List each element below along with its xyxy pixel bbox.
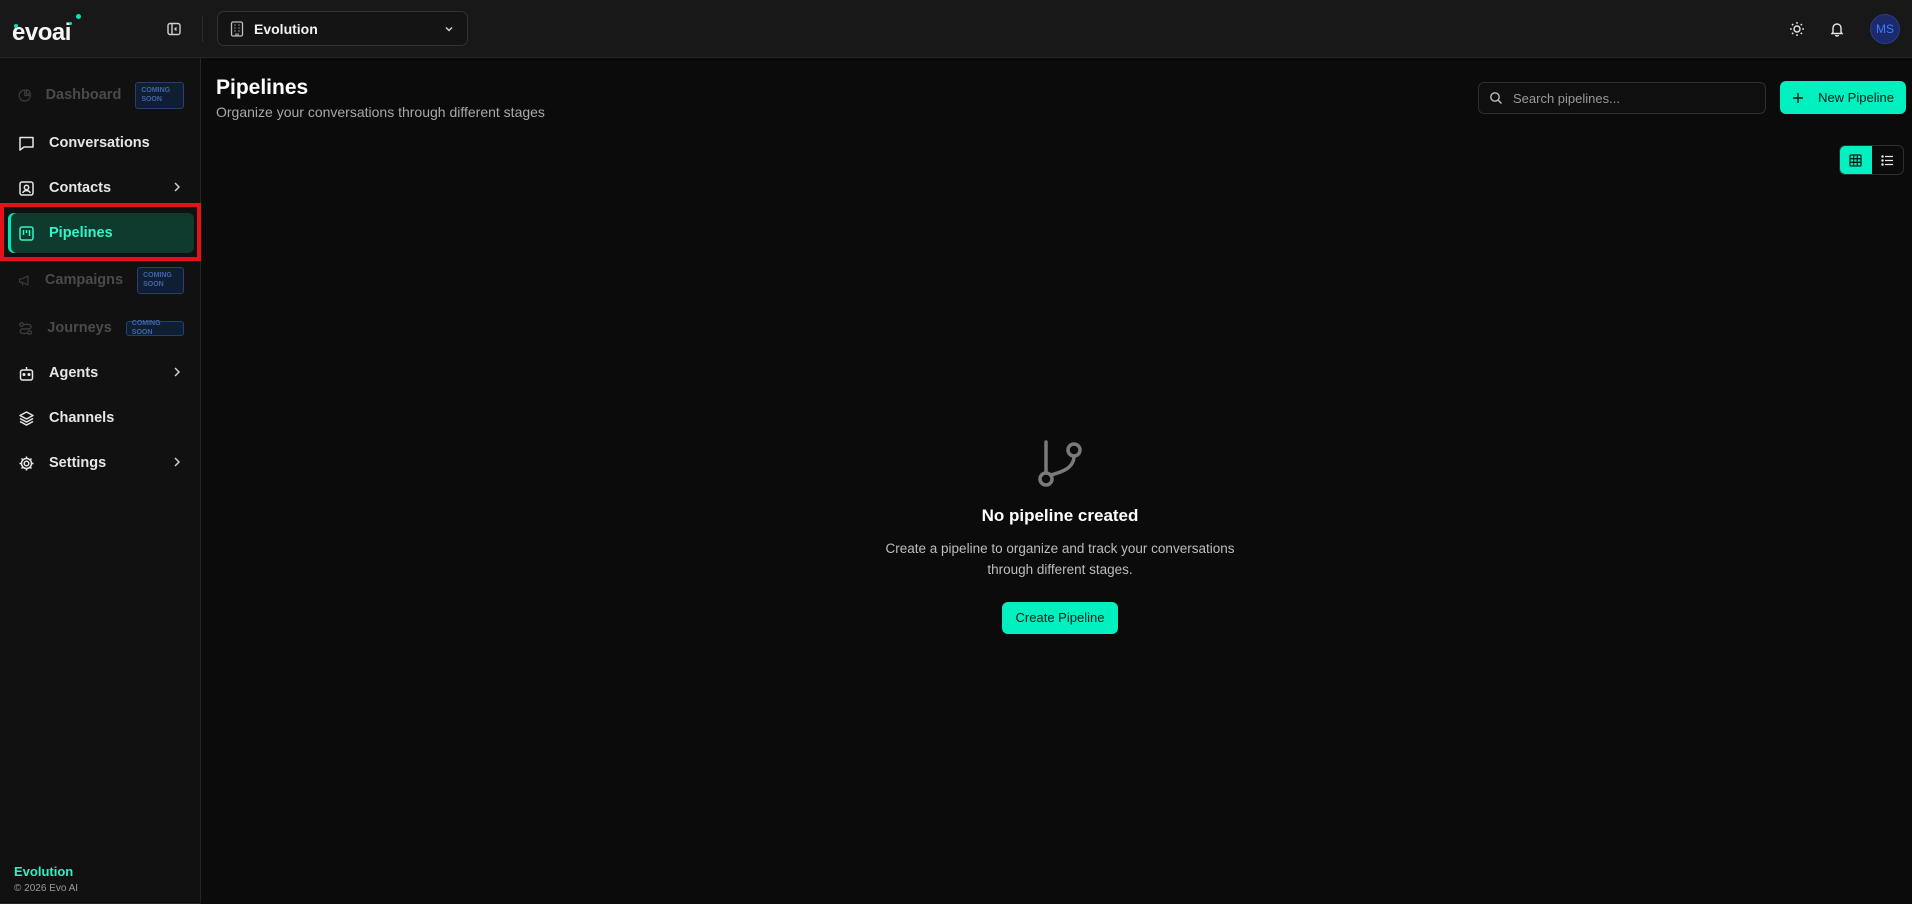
workspace-selector[interactable]: Evolution [217, 11, 468, 46]
footer-org-name: Evolution [14, 864, 74, 879]
empty-state: No pipeline created Create a pipeline to… [860, 438, 1260, 634]
sidebar-item-label: Pipelines [49, 225, 113, 241]
plus-icon [1793, 92, 1804, 103]
new-pipeline-label: New Pipeline [1818, 90, 1894, 105]
coming-soon-badge: COMING SOON [137, 266, 184, 294]
chevron-right-icon [174, 457, 181, 467]
route-icon [19, 321, 33, 335]
chevron-right-icon [174, 182, 181, 192]
pie-chart-icon [18, 88, 32, 102]
create-pipeline-button[interactable]: Create Pipeline [1001, 602, 1119, 634]
sidebar: Dashboard COMING SOON Conversations Conta… [0, 58, 201, 904]
sidebar-item-label: Settings [49, 455, 107, 471]
new-pipeline-button[interactable]: New Pipeline [1780, 81, 1906, 114]
sidebar-item-contacts[interactable]: Contacts [8, 168, 194, 208]
bot-icon [19, 366, 34, 381]
user-avatar[interactable]: MS [1870, 14, 1900, 44]
sidebar-item-label: Agents [49, 365, 99, 381]
list-view-button[interactable] [1872, 146, 1904, 174]
sidebar-item-pipelines[interactable]: Pipelines [8, 213, 194, 253]
contact-icon [19, 180, 34, 196]
workspace-name: Evolution [254, 20, 318, 37]
view-mode-toggle [1839, 145, 1904, 175]
search-box [1478, 82, 1766, 114]
sidebar-toggle-button[interactable] [164, 19, 184, 39]
empty-state-description: Create a pipeline to organize and track … [885, 541, 1235, 577]
list-icon [1880, 154, 1893, 166]
theme-toggle-button[interactable] [1785, 17, 1809, 41]
grid-icon [1849, 153, 1862, 167]
sidebar-footer: Evolution © 2026 Evo AI [14, 864, 78, 894]
sidebar-item-conversations[interactable]: Conversations [8, 123, 194, 163]
megaphone-icon [18, 274, 29, 286]
building-icon [230, 20, 244, 37]
gear-icon [19, 456, 34, 470]
sidebar-item-journeys: Journeys COMING SOON [8, 308, 194, 348]
sidebar-item-label: Dashboard [45, 87, 122, 103]
search-input[interactable] [1513, 90, 1755, 106]
evo-ai-logo[interactable]: evoai [12, 12, 86, 46]
git-branch-icon [1038, 440, 1082, 487]
coming-soon-badge: COMING SOON [135, 81, 184, 109]
sidebar-item-channels[interactable]: Channels [8, 398, 194, 438]
grid-view-button[interactable] [1840, 146, 1872, 174]
sidebar-item-label: Contacts [49, 180, 112, 196]
sidebar-item-label: Conversations [49, 135, 150, 151]
sidebar-item-dashboard: Dashboard COMING SOON [8, 75, 194, 115]
footer-copyright: © 2026 Evo AI [14, 883, 79, 894]
sidebar-item-campaigns: Campaigns COMING SOON [8, 260, 194, 300]
empty-state-title: No pipeline created [981, 506, 1139, 525]
badge-line-2: SOON [141, 96, 162, 103]
notifications-button[interactable] [1825, 17, 1849, 41]
page-subtitle: Organize your conversations through diff… [216, 104, 545, 120]
search-icon [1490, 92, 1502, 104]
bell-icon [1830, 23, 1844, 37]
sidebar-item-label: Journeys [47, 320, 112, 336]
sidebar-toggle-icon [167, 22, 181, 36]
sidebar-item-agents[interactable]: Agents [8, 353, 194, 393]
page-title: Pipelines [216, 76, 309, 99]
sun-icon [1790, 22, 1804, 36]
kanban-icon [19, 225, 34, 241]
sidebar-item-label: Channels [49, 410, 115, 426]
top-bar: evoai Evolution MS [0, 0, 1912, 58]
chevron-down-icon [445, 26, 453, 32]
badge-line-1: COMING [143, 272, 172, 279]
layers-icon [19, 410, 34, 426]
sidebar-item-label: Campaigns [44, 272, 124, 288]
message-icon [19, 136, 34, 151]
badge-line-2: SOON [143, 281, 164, 288]
topbar-divider [202, 16, 203, 42]
chevron-right-icon [174, 367, 181, 377]
logo-text: evo [12, 19, 52, 46]
coming-soon-badge: COMING SOON [125, 320, 184, 336]
badge-line-1: COMING [141, 87, 171, 94]
sidebar-item-settings[interactable]: Settings [8, 443, 194, 483]
